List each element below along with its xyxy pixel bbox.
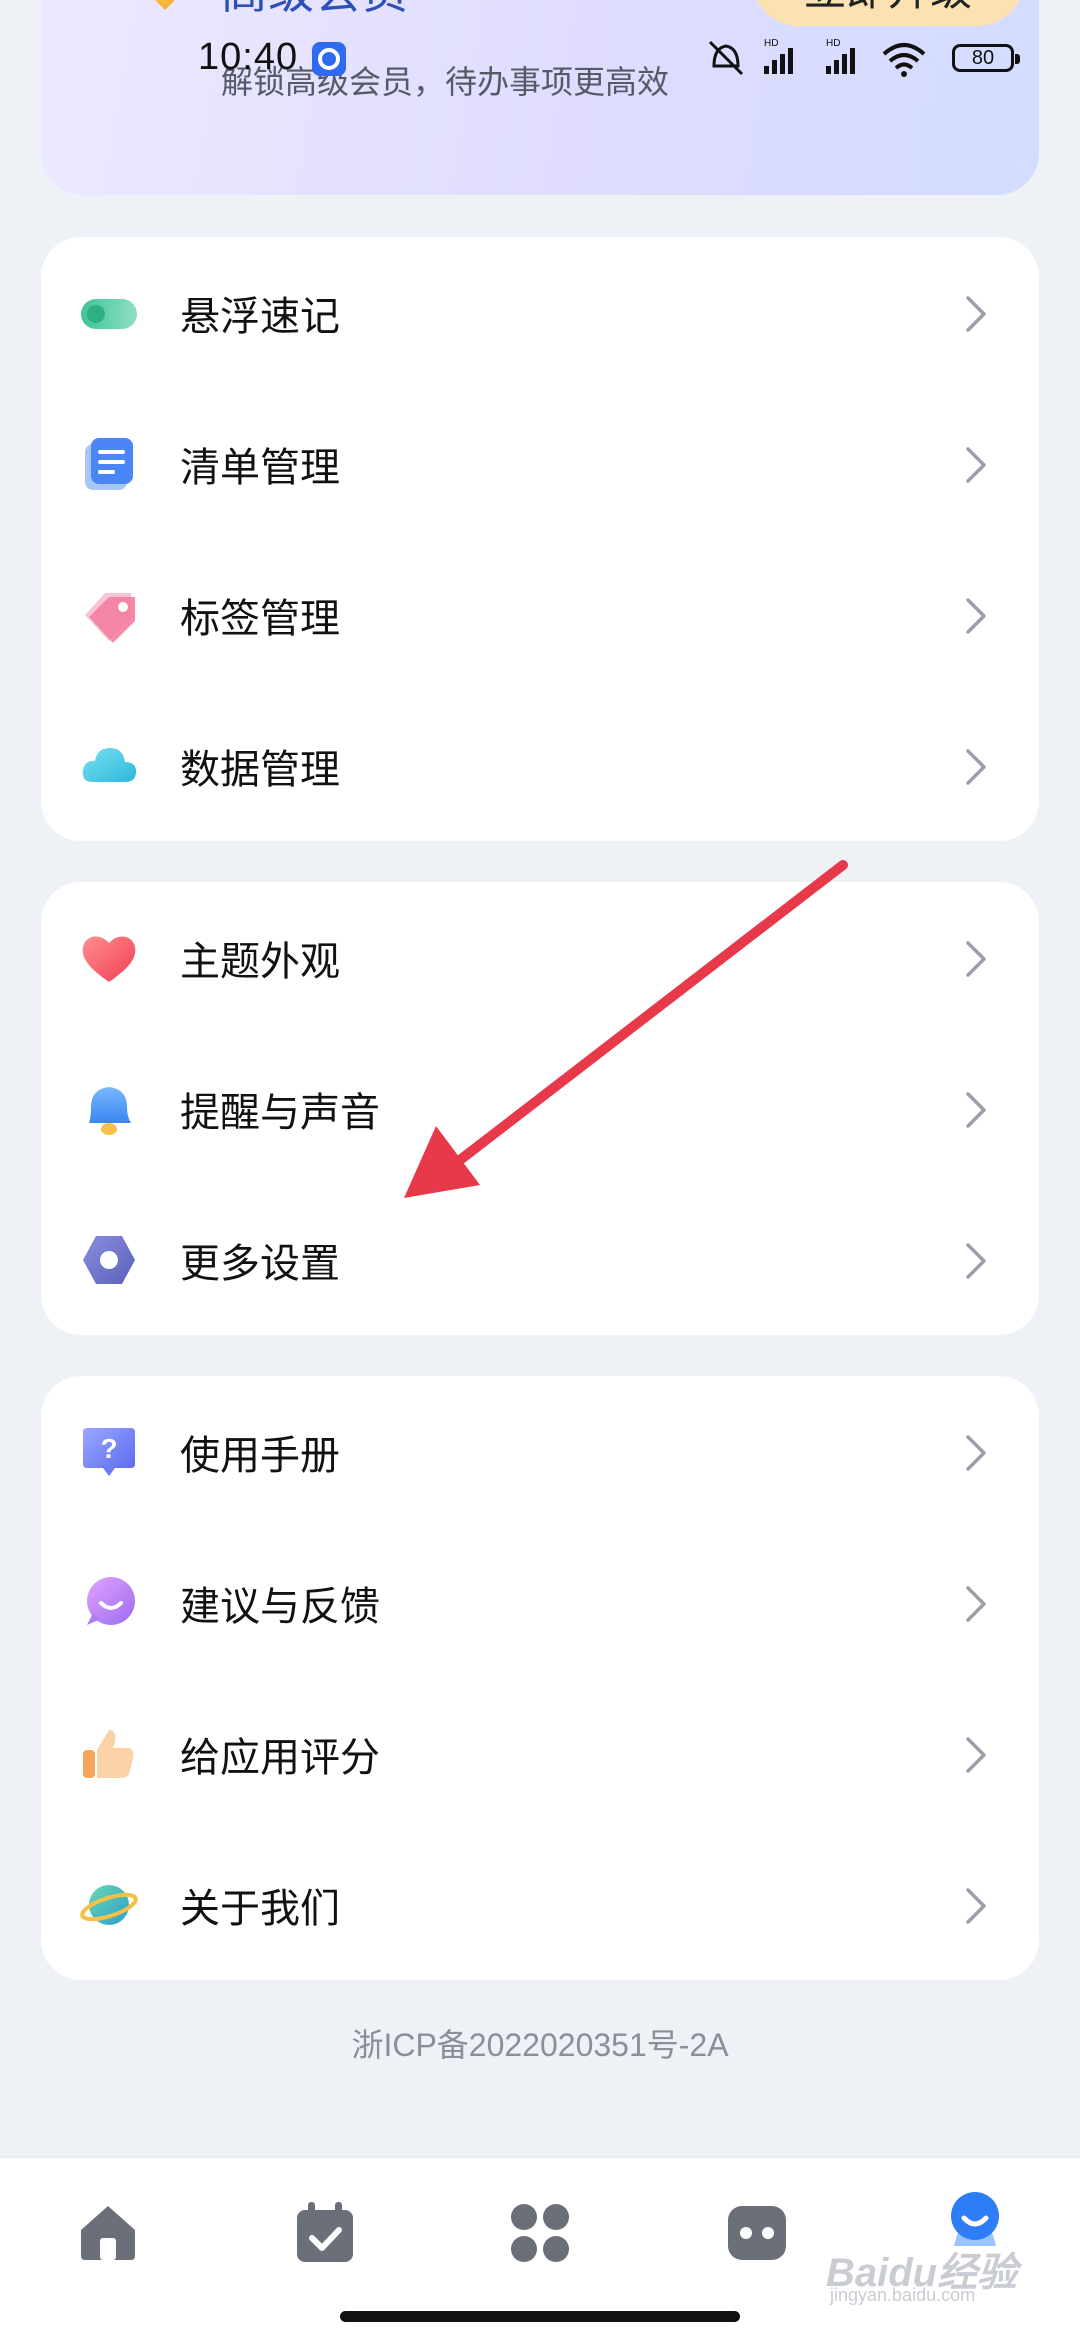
row-about-us[interactable]: 关于我们: [41, 1829, 1039, 1980]
row-more-settings[interactable]: 更多设置: [41, 1184, 1039, 1335]
row-reminders-sound[interactable]: 提醒与声音: [41, 1033, 1039, 1184]
status-indicators: HD HD 80: [708, 36, 1028, 80]
row-rate-app[interactable]: 给应用评分: [41, 1678, 1039, 1829]
row-floating-note[interactable]: 悬浮速记: [41, 237, 1039, 388]
heart-icon: [82, 936, 136, 982]
chevron-right-icon: [966, 1586, 986, 1622]
chevron-right-icon: [966, 296, 986, 332]
tag-icon: [85, 593, 135, 643]
chevron-right-icon: [966, 941, 986, 977]
svg-text:HD: HD: [764, 38, 778, 49]
grid-icon[interactable]: [507, 2200, 573, 2266]
svg-text:HD: HD: [826, 38, 840, 49]
row-label: 悬浮速记: [180, 294, 340, 339]
battery-indicator: 80: [952, 44, 1020, 72]
thumbs-up-icon: [83, 1730, 134, 1778]
row-theme-appearance[interactable]: 主题外观: [41, 882, 1039, 1033]
diamond-icon: [155, 0, 175, 10]
chevron-right-icon: [966, 598, 986, 634]
row-label: 关于我们: [180, 1886, 340, 1931]
chevron-right-icon: [966, 1092, 986, 1128]
row-label: 数据管理: [180, 747, 340, 792]
settings-group-3: ? 使用手册 建议与反馈 给应用评分 关于我们: [41, 1376, 1039, 1980]
row-label: 提醒与声音: [180, 1090, 380, 1135]
row-data-management[interactable]: 数据管理: [41, 690, 1039, 841]
row-label: 清单管理: [180, 445, 340, 490]
settings-group-1: 悬浮速记 清单管理 标签管理 数据管理: [41, 237, 1039, 841]
chat-icon: [87, 1577, 135, 1625]
row-user-manual[interactable]: ? 使用手册: [41, 1376, 1039, 1527]
row-list-management[interactable]: 清单管理: [41, 388, 1039, 539]
signal-wifi-icons: HD HD: [708, 38, 926, 77]
svg-text:?: ?: [100, 1433, 117, 1464]
row-label: 主题外观: [180, 939, 340, 984]
chevron-right-icon: [966, 1435, 986, 1471]
settings-group-2: 主题外观 提醒与声音 更多设置: [41, 882, 1039, 1335]
chevron-right-icon: [966, 1243, 986, 1279]
row-feedback[interactable]: 建议与反馈: [41, 1527, 1039, 1678]
premium-title: 高级会员: [221, 0, 409, 22]
chevron-right-icon: [966, 1888, 986, 1924]
app-notification-icon: [312, 42, 346, 76]
row-label: 标签管理: [180, 596, 340, 641]
home-indicator: [340, 2311, 740, 2322]
cloud-icon: [82, 748, 137, 782]
home-icon[interactable]: [75, 2200, 141, 2266]
calendar-icon[interactable]: [292, 2200, 358, 2266]
row-label: 建议与反馈: [180, 1584, 380, 1629]
gear-hex-icon: [83, 1236, 135, 1284]
floating-note-icon: [81, 299, 137, 329]
chevron-right-icon: [966, 447, 986, 483]
row-label: 更多设置: [180, 1241, 340, 1286]
row-tag-management[interactable]: 标签管理: [41, 539, 1039, 690]
help-icon: ?: [83, 1428, 135, 1476]
icp-license-text: 浙ICP备2022020351号-2A: [351, 2027, 729, 2063]
row-label: 使用手册: [180, 1433, 340, 1478]
dots-icon[interactable]: [724, 2200, 790, 2266]
chevron-right-icon: [966, 1737, 986, 1773]
bell-icon: [89, 1087, 131, 1135]
row-label: 给应用评分: [180, 1735, 380, 1780]
chevron-right-icon: [966, 749, 986, 785]
watermark-url: jingyan.baidu.com: [830, 2285, 976, 2305]
status-time: 10:40: [198, 36, 299, 78]
upgrade-button[interactable]: 立即升级: [751, 0, 1025, 26]
planet-icon: [80, 1885, 138, 1925]
premium-banner[interactable]: 高级会员 解锁高级会员，待办事项更高效 立即升级: [41, 0, 1039, 195]
list-icon: [85, 438, 133, 490]
